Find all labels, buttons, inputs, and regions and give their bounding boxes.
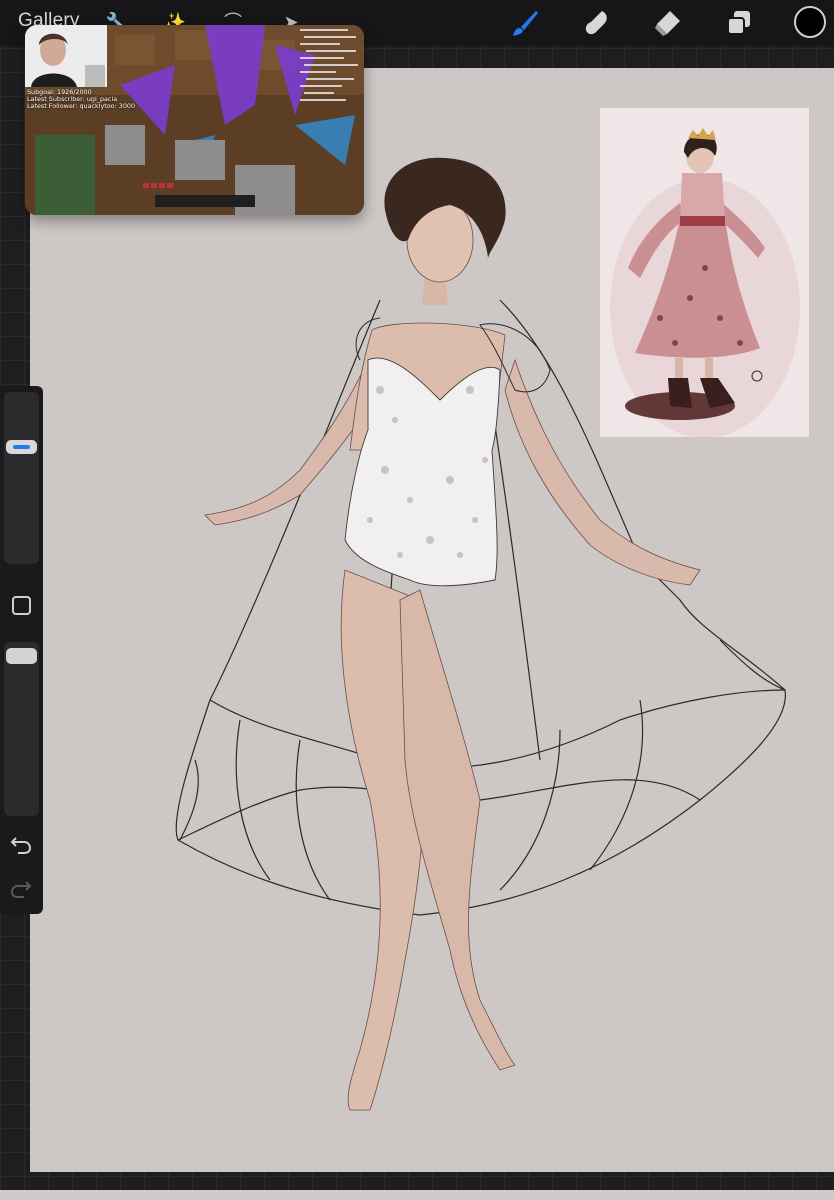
brush-size-slider[interactable] xyxy=(4,392,39,564)
stream-chat xyxy=(300,27,360,137)
brush-icon[interactable] xyxy=(508,6,542,40)
modify-icon[interactable] xyxy=(12,596,31,615)
reference-illustration xyxy=(600,108,809,437)
stream-latest-follower: Latest Follower: quacklytoo: 3000 xyxy=(27,102,136,110)
left-sidebar xyxy=(0,386,43,914)
layers-icon[interactable] xyxy=(722,6,756,40)
webcam-feed xyxy=(25,25,107,87)
brush-size-thumb[interactable] xyxy=(6,440,37,454)
color-swatch-button[interactable] xyxy=(794,6,826,38)
eraser-icon[interactable] xyxy=(650,6,684,40)
undo-icon[interactable] xyxy=(8,832,34,858)
opacity-slider[interactable] xyxy=(4,642,39,816)
smudge-icon[interactable] xyxy=(580,6,614,40)
redo-icon[interactable] xyxy=(8,876,34,902)
opacity-thumb[interactable] xyxy=(6,648,37,664)
stream-overlay-video[interactable]: Subgoal: 1926/2000 Latest Subscriber: ug… xyxy=(25,25,364,215)
reference-image[interactable] xyxy=(600,108,809,437)
canvas-bottom-edge xyxy=(0,1190,834,1200)
